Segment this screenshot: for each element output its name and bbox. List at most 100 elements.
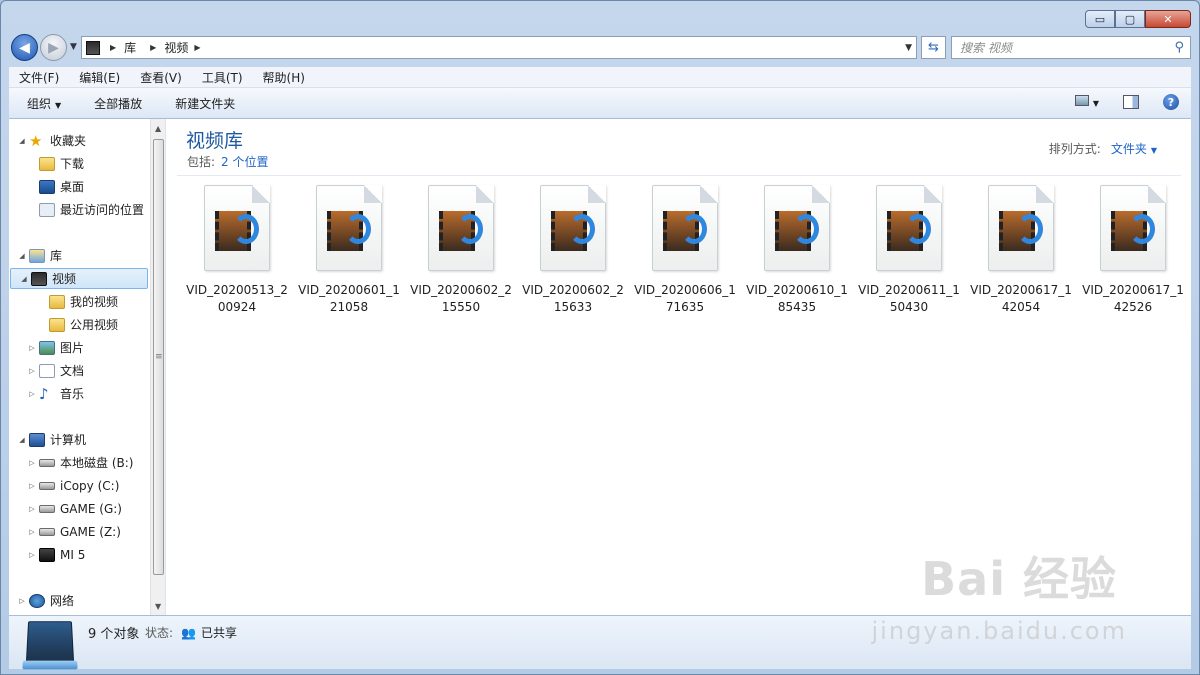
sort-dropdown[interactable]: 文件夹 [1111, 142, 1147, 156]
nav-item-my-videos[interactable]: 我的视频 [37, 291, 118, 312]
back-button[interactable]: ◀ [11, 34, 38, 61]
breadcrumb-arrow-icon[interactable]: ▶ [150, 43, 156, 52]
expand-icon[interactable]: ▷ [27, 482, 37, 490]
file-item[interactable]: VID_20200611_150430 [853, 185, 965, 316]
file-item[interactable]: VID_20200602_215633 [517, 185, 629, 316]
baidu-watermark-logo: Bai 经验 [921, 552, 1117, 606]
folder-icon [39, 156, 55, 171]
menu-edit[interactable]: 编辑(E) [69, 69, 130, 86]
back-arrow-icon: ◀ [19, 39, 30, 56]
expand-icon[interactable]: ▷ [27, 390, 37, 398]
file-item[interactable]: VID_20200610_185435 [741, 185, 853, 316]
minimize-button[interactable]: ▭ [1085, 10, 1115, 28]
nav-item-documents[interactable]: ▷ 文档 [27, 360, 84, 381]
nav-item-favorites[interactable]: ◢ ★ 收藏夹 [17, 130, 86, 151]
organize-button[interactable]: 组织 ▼ [9, 95, 76, 112]
forward-button[interactable]: ▶ [40, 34, 67, 61]
nav-item-public-videos[interactable]: 公用视频 [37, 314, 118, 335]
preview-pane-icon[interactable] [1123, 95, 1139, 109]
video-library-icon [31, 271, 47, 286]
nav-label: 公用视频 [70, 318, 119, 332]
nav-item-network[interactable]: ▷ 网络 [17, 590, 74, 611]
search-placeholder: 搜索 视频 [960, 41, 1012, 55]
collapse-icon[interactable]: ◢ [19, 275, 29, 283]
file-item[interactable]: VID_20200617_142054 [965, 185, 1077, 316]
play-all-button[interactable]: 全部播放 [76, 95, 157, 112]
nav-item-downloads[interactable]: 下载 [27, 153, 84, 174]
pictures-icon [39, 340, 55, 355]
file-item[interactable]: VID_20200606_171635 [629, 185, 741, 316]
library-title: 视频库 [186, 130, 244, 152]
file-name: VID_20200606_171635 [634, 283, 736, 314]
breadcrumb-videos[interactable]: 视频 [164, 39, 188, 56]
change-view-button[interactable]: ▼ [1075, 95, 1099, 109]
nav-item-videos[interactable]: ◢ 视频 [10, 268, 148, 289]
breadcrumb-arrow-icon[interactable]: ▶ [194, 43, 200, 52]
nav-item-drive-b[interactable]: ▷ 本地磁盘 (B:) [27, 452, 133, 473]
nav-item-drive-z[interactable]: ▷ GAME (Z:) [27, 521, 121, 542]
file-item[interactable]: VID_20200602_215550 [405, 185, 517, 316]
nav-item-desktop[interactable]: 桌面 [27, 176, 84, 197]
close-button[interactable]: ✕ [1145, 10, 1191, 28]
video-file-icon [764, 185, 830, 271]
drive-icon [39, 504, 55, 513]
expand-icon[interactable]: ▷ [27, 528, 37, 536]
menu-file[interactable]: 文件(F) [9, 69, 69, 86]
nav-label: 音乐 [60, 387, 85, 401]
nav-item-libraries[interactable]: ◢ 库 [17, 245, 62, 266]
scroll-up-icon[interactable]: ▲ [155, 124, 161, 133]
search-icon[interactable]: ⚲ [1174, 40, 1184, 55]
collapse-icon[interactable]: ◢ [17, 252, 27, 260]
nav-label: 视频 [52, 272, 77, 286]
nav-item-computer[interactable]: ◢ 计算机 [17, 429, 86, 450]
maximize-button[interactable]: ▢ [1115, 10, 1145, 28]
address-dropdown-icon[interactable]: ▼ [905, 43, 912, 53]
command-bar: 组织 ▼ 全部播放 新建文件夹 ▼ ? [9, 88, 1191, 119]
nav-item-music[interactable]: ▷ ♪ 音乐 [27, 383, 84, 404]
file-item[interactable]: VID_20200617_142526 [1077, 185, 1189, 316]
locations-link[interactable]: 2 个位置 [221, 155, 268, 169]
chevron-down-icon: ▼ [55, 100, 62, 110]
drive-icon [39, 481, 55, 490]
nav-label: GAME (Z:) [60, 524, 121, 539]
collapse-icon[interactable]: ◢ [17, 436, 27, 444]
file-item[interactable]: VID_20200601_121058 [293, 185, 405, 316]
expand-icon[interactable]: ▷ [27, 459, 37, 467]
nav-item-drive-g[interactable]: ▷ GAME (G:) [27, 498, 122, 519]
breadcrumb-libraries[interactable]: 库 [124, 39, 136, 56]
help-icon[interactable]: ? [1163, 94, 1179, 110]
video-file-icon [316, 185, 382, 271]
video-file-icon [540, 185, 606, 271]
menu-help[interactable]: 帮助(H) [253, 69, 315, 86]
video-library-icon [25, 621, 75, 665]
search-input[interactable]: 搜索 视频 ⚲ [951, 36, 1191, 59]
nav-label: 桌面 [60, 180, 85, 194]
video-file-icon [876, 185, 942, 271]
nav-item-recent[interactable]: 最近访问的位置 [27, 199, 144, 220]
nav-label: 网络 [50, 594, 75, 608]
chevron-down-icon[interactable]: ▼ [1151, 146, 1157, 155]
nav-item-pictures[interactable]: ▷ 图片 [27, 337, 84, 358]
menu-tools[interactable]: 工具(T) [192, 69, 253, 86]
collapse-icon[interactable]: ◢ [17, 137, 27, 145]
expand-icon[interactable]: ▷ [27, 344, 37, 352]
expand-icon[interactable]: ▷ [17, 597, 27, 605]
file-item[interactable]: VID_20200513_200924 [181, 185, 293, 316]
nav-item-drive-c[interactable]: ▷ iCopy (C:) [27, 475, 119, 496]
expand-icon[interactable]: ▷ [27, 367, 37, 375]
drive-icon [39, 458, 55, 467]
expand-icon[interactable]: ▷ [27, 551, 37, 559]
nav-item-phone[interactable]: ▷ MI 5 [27, 544, 85, 565]
recent-pages-dropdown[interactable]: ▼ [70, 42, 77, 52]
scroll-down-icon[interactable]: ▼ [155, 602, 161, 611]
explorer-window: ▭ ▢ ✕ ◀ ▶ ▼ ▶ 库 ▶ 视频 ▶ ▼ ⇆ 搜索 视频 ⚲ 文件(F)… [0, 0, 1200, 675]
address-bar[interactable]: ▶ 库 ▶ 视频 ▶ ▼ [81, 36, 917, 59]
nav-label: 最近访问的位置 [60, 203, 145, 217]
expand-icon[interactable]: ▷ [27, 505, 37, 513]
nav-scrollbar[interactable]: ▲ ≡ ▼ [150, 119, 165, 615]
refresh-button[interactable]: ⇆ [921, 36, 946, 59]
menu-view[interactable]: 查看(V) [130, 69, 192, 86]
state-value: 已共享 [201, 626, 238, 640]
new-folder-button[interactable]: 新建文件夹 [157, 95, 250, 112]
breadcrumb-arrow-icon[interactable]: ▶ [110, 43, 116, 52]
